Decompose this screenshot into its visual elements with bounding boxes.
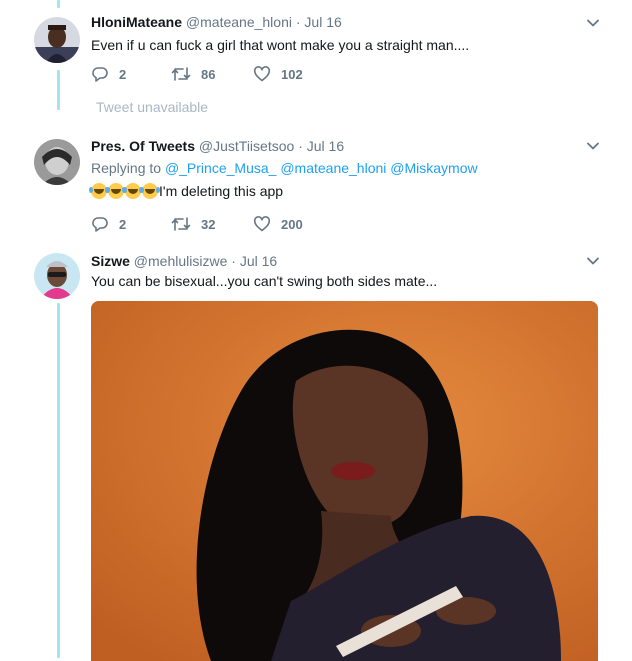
avatar[interactable] bbox=[34, 253, 80, 299]
like-icon bbox=[253, 216, 271, 232]
user-handle[interactable]: @mehlulisizwe bbox=[134, 253, 228, 269]
retweet-count: 86 bbox=[201, 66, 216, 82]
reply-icon bbox=[92, 67, 108, 82]
like-button[interactable]: 102 bbox=[253, 65, 303, 83]
tweet-text: Even if u can fuck a girl that wont make… bbox=[91, 37, 470, 53]
user-handle[interactable]: @JustTiisetsoo bbox=[199, 138, 294, 154]
tears-of-joy-emoji-icon bbox=[123, 183, 141, 199]
reply-button[interactable]: 2 bbox=[91, 65, 126, 83]
like-count: 102 bbox=[281, 66, 303, 82]
display-name[interactable]: Pres. Of Tweets bbox=[91, 138, 195, 154]
mention-link[interactable]: @Miskaymow bbox=[390, 160, 477, 176]
retweet-icon bbox=[171, 67, 191, 81]
separator-dot: · bbox=[295, 14, 301, 30]
tweet-text-row: I'm deleting this app bbox=[89, 182, 284, 201]
chevron-down-icon[interactable] bbox=[586, 139, 600, 153]
tweet[interactable]: Pres. Of Tweets @JustTiisetsoo · Jul 16 … bbox=[0, 128, 632, 238]
avatar[interactable] bbox=[34, 17, 80, 63]
tweet-text: You can be bisexual...you can't swing bo… bbox=[91, 273, 438, 289]
reply-icon bbox=[92, 217, 108, 232]
reply-count: 2 bbox=[119, 216, 127, 232]
chevron-down-icon[interactable] bbox=[586, 254, 600, 268]
tears-of-joy-emoji-icon bbox=[140, 183, 158, 199]
timestamp[interactable]: Jul 16 bbox=[307, 138, 344, 154]
tweet-unavailable-notice: Tweet unavailable bbox=[96, 99, 209, 115]
reply-button[interactable]: 2 bbox=[91, 215, 126, 233]
timestamp[interactable]: Jul 16 bbox=[304, 14, 341, 30]
tweet-text: I'm deleting this app bbox=[159, 183, 284, 199]
replying-to: Replying to @_Prince_Musa_ @mateane_hlon… bbox=[91, 159, 478, 178]
tears-of-joy-emoji-icon bbox=[106, 183, 124, 199]
retweet-icon bbox=[171, 217, 191, 231]
tweet[interactable]: HloniMateane @mateane_hloni · Jul 16 Eve… bbox=[0, 0, 632, 96]
retweet-button[interactable]: 32 bbox=[171, 215, 215, 233]
mention-link[interactable]: @mateane_hloni bbox=[280, 160, 386, 176]
display-name[interactable]: Sizwe bbox=[91, 253, 130, 269]
tweet-media-image[interactable] bbox=[91, 301, 598, 661]
user-handle[interactable]: @mateane_hloni bbox=[186, 14, 292, 30]
display-name[interactable]: HloniMateane bbox=[91, 14, 182, 30]
separator-dot: · bbox=[231, 253, 236, 269]
retweet-count: 32 bbox=[201, 216, 216, 232]
replying-prefix: Replying to bbox=[91, 160, 162, 176]
retweet-button[interactable]: 86 bbox=[171, 65, 215, 83]
tears-of-joy-emoji-icon bbox=[89, 183, 107, 199]
timestamp[interactable]: Jul 16 bbox=[240, 253, 277, 269]
like-count: 200 bbox=[281, 216, 303, 232]
like-button[interactable]: 200 bbox=[253, 215, 303, 233]
reply-count: 2 bbox=[119, 66, 127, 82]
chevron-down-icon[interactable] bbox=[586, 16, 600, 30]
mention-link[interactable]: @_Prince_Musa_ bbox=[165, 160, 277, 176]
avatar[interactable] bbox=[34, 139, 80, 185]
separator-dot: · bbox=[298, 138, 303, 154]
like-icon bbox=[253, 66, 271, 82]
